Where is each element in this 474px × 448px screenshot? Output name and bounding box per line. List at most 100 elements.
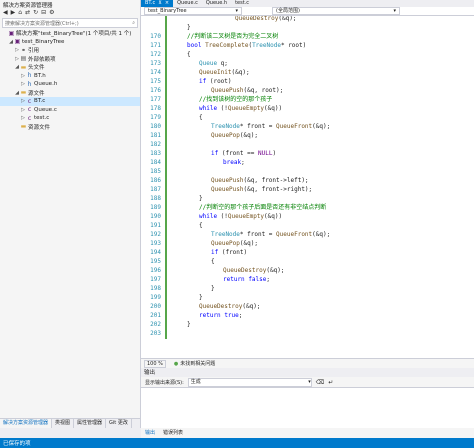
collapse-all-icon[interactable]: ⊟ (41, 9, 46, 17)
code-line: 179 { (141, 113, 474, 122)
solution-icon: ▣ (8, 29, 15, 37)
solution-explorer-toolbar: ◀ ▶ ⌂ ⇄ ↻ ⊟ ⚙ (0, 9, 140, 17)
tree-item[interactable]: ▷ c Queue.c (0, 106, 140, 115)
panel-tab[interactable]: Git 更改 (106, 419, 132, 428)
code-line: 202} (141, 320, 474, 329)
dependencies-icon: ▤ (20, 55, 27, 63)
line-number: 176 (150, 87, 161, 94)
code-line: 199} (141, 293, 474, 302)
document-tab[interactable]: Queue.h (202, 0, 231, 7)
code-line: 180 TreeNode* front = QueueFront(&q); (141, 122, 474, 131)
clear-all-icon[interactable]: ⌫ (316, 379, 324, 386)
code-text: { (187, 51, 191, 58)
word-wrap-icon[interactable]: ↵ (328, 379, 333, 386)
document-tab-label: BT.c (145, 0, 156, 6)
code-text: } (199, 294, 203, 301)
code-line: 185 (141, 167, 474, 176)
line-number: 202 (150, 321, 161, 328)
check-icon: ● (173, 360, 179, 367)
zoom-level[interactable]: 100 % (144, 359, 166, 368)
tree-item[interactable]: ▷ h Queue.h (0, 80, 140, 89)
tree-item[interactable]: ▷ c test.c (0, 114, 140, 123)
code-text: return false; (223, 276, 270, 283)
tree-item-label: BT.c (34, 98, 46, 105)
code-line: 172 { (141, 50, 474, 59)
c-file-icon: c (27, 106, 32, 114)
project-dropdown[interactable]: test_BinaryTree ▾ (144, 7, 242, 15)
project-icon: ▣ (14, 38, 21, 46)
line-number: 174 (150, 69, 161, 76)
line-number: 184 (150, 159, 161, 166)
line-number: 203 (150, 330, 161, 337)
document-tab-label: Queue.h (205, 0, 228, 6)
code-text: while (!QueueEmpty(&q)) (199, 105, 283, 112)
back-icon[interactable]: ◀ (3, 9, 8, 17)
output-source-select[interactable]: 生成 ▾ (187, 377, 312, 387)
output-tab[interactable]: 输出 (141, 429, 160, 438)
chevron-down-icon: ▾ (393, 8, 396, 14)
code-line: 178 while (!QueueEmpty(&q)) (141, 104, 474, 113)
panel-tab[interactable]: 属性管理器 (74, 419, 107, 428)
code-text: } (211, 285, 215, 292)
issues-status[interactable]: 未找到相关问题 (180, 360, 215, 367)
line-number: 194 (150, 249, 161, 256)
tree-item[interactable]: ▷ ▤ 外部依赖项 (0, 55, 140, 64)
solution-search-input[interactable]: 搜索解决方案资源管理器(Ctrl+;) ⌕ (2, 18, 138, 28)
settings-icon[interactable]: ⚙ (49, 9, 54, 17)
tree-item[interactable]: ◢ ▬ 头文件 (0, 63, 140, 72)
code-text: } (199, 195, 203, 202)
code-text: while (!QueueEmpty(&q)) (199, 213, 283, 220)
code-area[interactable]: QueueDestroy(&q);} 170//判断该二叉树是否为完全二叉树 171… (141, 16, 474, 358)
sync-icon[interactable]: ⇄ (25, 9, 30, 17)
line-number: 186 (150, 177, 161, 184)
tree-item[interactable]: ◢ ▬ 源文件 (0, 89, 140, 98)
code-line: 171 bool TreeComplete(TreeNode* root) (141, 41, 474, 50)
code-text: if (root) (199, 78, 232, 85)
close-icon[interactable]: × (165, 0, 169, 7)
output-tab[interactable]: 错误列表 (159, 429, 187, 438)
tree-item-label: test_BinaryTree (22, 38, 65, 45)
code-text: //找到该树的空的那个孩子 (199, 96, 273, 103)
code-text: break; (223, 159, 245, 166)
search-placeholder: 搜索解决方案资源管理器(Ctrl+;) (5, 20, 79, 27)
code-text: } (187, 24, 191, 31)
c-file-icon: c (27, 114, 32, 122)
pin-icon[interactable]: ⊻ (158, 0, 162, 7)
code-line: 174 QueueInit(&q); (141, 68, 474, 77)
code-line: 184 break; (141, 158, 474, 167)
panel-tab[interactable]: 解决方案资源管理器 (0, 419, 53, 428)
line-number: 195 (150, 258, 161, 265)
refresh-icon[interactable]: ↻ (33, 9, 38, 17)
line-number: 181 (150, 132, 161, 139)
forward-icon[interactable]: ▶ (11, 9, 16, 17)
scope-dropdown[interactable]: (全局范围) ▾ (272, 7, 400, 15)
output-text-area[interactable] (141, 387, 474, 428)
tree-item[interactable]: ◢ ▣ test_BinaryTree (0, 38, 140, 47)
code-line: 177 //找到该树的空的那个孩子 (141, 95, 474, 104)
document-tab[interactable]: test.c (231, 0, 253, 7)
code-line: } (141, 23, 474, 32)
tree-item[interactable]: ▷ c BT.c (0, 97, 140, 106)
solution-bottom-tabs: 解决方案资源管理器 类视图 属性管理器 Git 更改 (0, 418, 140, 428)
panel-tab[interactable]: 类视图 (52, 419, 75, 428)
line-number: 189 (150, 204, 161, 211)
output-toolbar: 显示输出来源(S): 生成 ▾ ⌫ ↵ (141, 377, 474, 387)
home-icon[interactable]: ⌂ (18, 9, 22, 17)
code-text: QueuePop(&q); (211, 240, 258, 247)
code-line: 198} (141, 284, 474, 293)
code-text: bool TreeComplete(TreeNode* root) (187, 42, 307, 49)
tree-item[interactable]: ▬ 资源文件 (0, 123, 140, 132)
code-line: QueueDestroy(&q); (141, 16, 474, 23)
tree-item[interactable]: ▣ 解决方案"test_BinaryTree"(1 个项目/共 1 个) (0, 29, 140, 38)
document-tab[interactable]: Queue.c (173, 0, 202, 7)
code-text: TreeNode* front = QueueFront(&q); (211, 231, 331, 238)
tree-item[interactable]: ▷ h BT.h (0, 72, 140, 81)
code-text: QueuePush(&q, root); (211, 87, 284, 94)
code-line: 187 QueuePush(&q, front->right); (141, 185, 474, 194)
tree-item[interactable]: ▷ ⚭ 引用 (0, 46, 140, 55)
tree-item-label: 头文件 (28, 65, 45, 72)
code-line: 190 while (!QueueEmpty(&q)) (141, 212, 474, 221)
document-tabs: BT.c ⊻ × Queue.c Queue.h test.c (141, 0, 474, 7)
code-line: 201 return true; (141, 311, 474, 320)
document-tab[interactable]: BT.c ⊻ × (141, 0, 174, 7)
